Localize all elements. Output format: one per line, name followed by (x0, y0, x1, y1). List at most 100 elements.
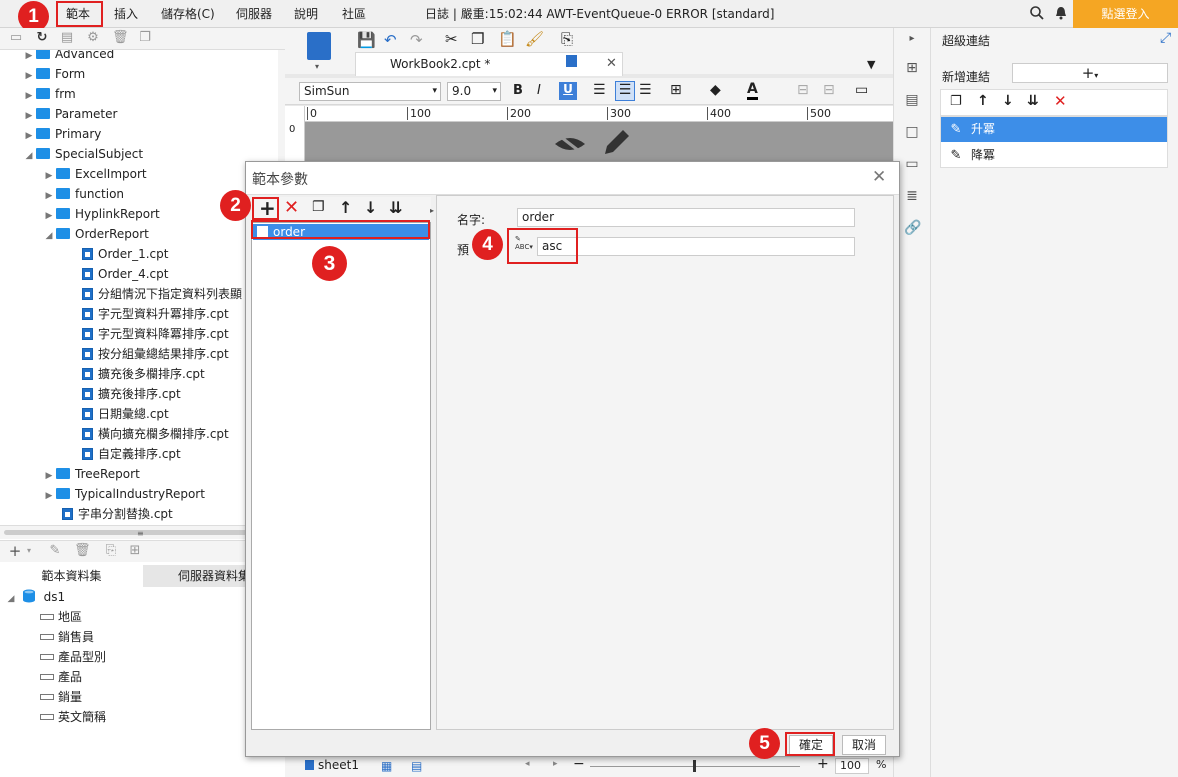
tree-folder[interactable]: ▶ frm (22, 84, 76, 104)
tree-folder[interactable]: ◢ SpecialSubject (22, 144, 144, 166)
tree-file[interactable]: 擴充後排序.cpt (62, 384, 181, 404)
format-painter-icon[interactable]: 🖌 (525, 30, 544, 48)
font-family-select[interactable]: SimSun ▾ (299, 82, 441, 101)
redo-icon[interactable]: ↷ (410, 31, 423, 49)
fill-color-icon[interactable]: ◆ (710, 82, 721, 98)
tree-file[interactable]: 自定義排序.cpt (62, 444, 181, 464)
chevron-right-icon[interactable]: ▶ (42, 486, 56, 506)
chevron-right-icon[interactable]: ▶ (22, 126, 36, 146)
dataset-field[interactable]: 地區 (40, 607, 82, 627)
dataset-field[interactable]: 英文簡稱 (40, 707, 106, 727)
close-icon[interactable]: ✕ (606, 53, 617, 75)
chevron-right-icon[interactable]: ▶ (22, 86, 36, 106)
delete-icon[interactable]: ✕ (284, 197, 299, 219)
widget-icon[interactable]: ▭ (904, 156, 920, 172)
add-form-icon[interactable]: ▤ (411, 759, 422, 773)
login-button[interactable]: 點選登入 (1073, 0, 1178, 28)
delete-icon[interactable]: ✕ (1054, 92, 1067, 110)
tree-folder[interactable]: ▶ Advanced (22, 50, 114, 64)
zoom-slider-thumb[interactable] (693, 760, 696, 772)
delete-dataset-icon[interactable]: 🗑 (74, 544, 91, 558)
dataset-field[interactable]: 銷量 (40, 687, 82, 707)
dataset-field[interactable]: 銷售員 (40, 627, 94, 647)
tree-file[interactable]: 橫向擴充欄多欄排序.cpt (62, 424, 229, 444)
border-icon[interactable]: ⊞ (670, 82, 682, 98)
server-dataset-icon[interactable]: ⊞ (128, 544, 142, 558)
cut-icon[interactable]: ✂ (445, 30, 458, 48)
chevron-right-icon[interactable]: ▶ (22, 66, 36, 86)
move-up-icon[interactable]: ↑ (977, 93, 989, 109)
underline-icon[interactable]: U (559, 82, 577, 100)
properties-icon[interactable]: ▤ (60, 31, 74, 45)
move-down-icon[interactable]: ↓ (364, 197, 377, 219)
tree-file[interactable]: Order_4.cpt (62, 264, 168, 284)
tree-folder[interactable]: ▶ Parameter (22, 104, 118, 126)
tree-file[interactable]: 字元型資料升冪排序.cpt (62, 304, 229, 324)
chevron-right-icon[interactable]: ▶ (42, 466, 56, 486)
new-folder-icon[interactable]: ▭ (9, 31, 23, 45)
delete-icon[interactable]: 🗑 (112, 31, 129, 45)
copy-icon[interactable]: ❐ (312, 199, 325, 215)
font-color-icon[interactable]: A (747, 81, 758, 100)
template-icon[interactable] (307, 32, 331, 60)
search-icon[interactable] (1029, 5, 1045, 21)
float-element-icon[interactable]: □ (904, 124, 920, 140)
tree-folder[interactable]: ▶ TypicalIndustryReport (42, 484, 205, 504)
name-field[interactable]: order (517, 208, 855, 227)
copy-icon[interactable]: ❐ (138, 31, 152, 45)
cancel-button[interactable]: 取消 (842, 735, 886, 755)
italic-icon[interactable]: I (537, 83, 541, 98)
chevron-down-icon[interactable]: ◢ (22, 146, 36, 166)
chevron-right-icon[interactable]: ▶ (42, 166, 56, 186)
tree-folder[interactable]: ▶ TreeReport (42, 464, 140, 484)
add-sheet-icon[interactable]: ▦ (381, 759, 392, 773)
chevron-right-icon[interactable]: ▶ (42, 186, 56, 206)
paste-icon[interactable]: 📋 (498, 30, 517, 48)
tree-file[interactable]: 字串分割替換.cpt (42, 504, 173, 524)
merge-icon[interactable]: ⊟ (797, 82, 809, 98)
tree-folder[interactable]: ◢ OrderReport (42, 224, 149, 244)
preview-icon[interactable]: ⎘ (561, 30, 573, 48)
chevron-right-icon[interactable]: ▶ (42, 206, 56, 226)
tree-folder[interactable]: ▶ function (42, 184, 125, 206)
tree-file[interactable]: 日期彙總.cpt (62, 404, 169, 424)
add-link-button[interactable]: +▾ (1012, 63, 1168, 83)
tab-menu-icon[interactable]: ▼ (867, 58, 875, 71)
font-size-select[interactable]: 9.0 ▾ (447, 82, 501, 101)
chevron-right-icon[interactable]: ▶ (22, 106, 36, 126)
tree-file[interactable]: Order_1.cpt (62, 244, 168, 264)
bold-icon[interactable]: B (513, 83, 523, 98)
add-dataset-icon[interactable]: + (8, 544, 22, 559)
cell-attribute-icon[interactable]: ▤ (904, 92, 920, 108)
bell-icon[interactable] (1053, 5, 1069, 21)
zoom-out-icon[interactable]: − (573, 756, 585, 772)
edit-icon[interactable]: ✎ (48, 544, 62, 558)
move-bottom-icon[interactable]: ⇊ (389, 197, 402, 219)
zoom-input[interactable]: 100 (835, 758, 869, 774)
zoom-in-icon[interactable]: + (817, 756, 829, 772)
tab-template-dataset[interactable]: 範本資料集 (0, 565, 143, 587)
tree-folder[interactable]: ▶ Form (22, 64, 86, 86)
tree-file[interactable]: 字元型資料降冪排序.cpt (62, 324, 229, 344)
undo-icon[interactable]: ↶ (384, 31, 397, 49)
move-bottom-icon[interactable]: ⇊ (1027, 93, 1039, 109)
tree-file[interactable]: 分組情況下指定資料列表顯 (62, 284, 242, 304)
move-down-icon[interactable]: ↓ (1002, 93, 1014, 109)
menu-community[interactable]: 社區 (342, 0, 366, 28)
preview-icon[interactable]: ⎘ (104, 544, 118, 558)
align-left-icon[interactable]: ☰ (593, 82, 606, 98)
drag-handle-icon[interactable]: ≡ (137, 530, 147, 538)
panel-toggle-icon[interactable]: ▸ (430, 206, 434, 215)
dataset-row[interactable]: ◢ ds1 (4, 587, 65, 607)
tree-file[interactable]: 擴充後多欄排序.cpt (62, 364, 205, 384)
align-right-icon[interactable]: ☰ (639, 82, 652, 98)
unmerge-icon[interactable]: ⊟ (823, 82, 835, 98)
expand-icon[interactable]: ⤢ (1160, 30, 1171, 46)
settings-icon[interactable]: ⚙ (86, 31, 100, 45)
menu-help[interactable]: 說明 (294, 0, 318, 28)
chevron-down-icon[interactable]: ◢ (42, 226, 56, 246)
align-center-icon[interactable]: ☰ (615, 81, 635, 101)
cell-element-icon[interactable]: ⊞ (904, 60, 920, 76)
dataset-field[interactable]: 產品 (40, 667, 82, 687)
save-icon[interactable]: 💾 (357, 31, 376, 49)
